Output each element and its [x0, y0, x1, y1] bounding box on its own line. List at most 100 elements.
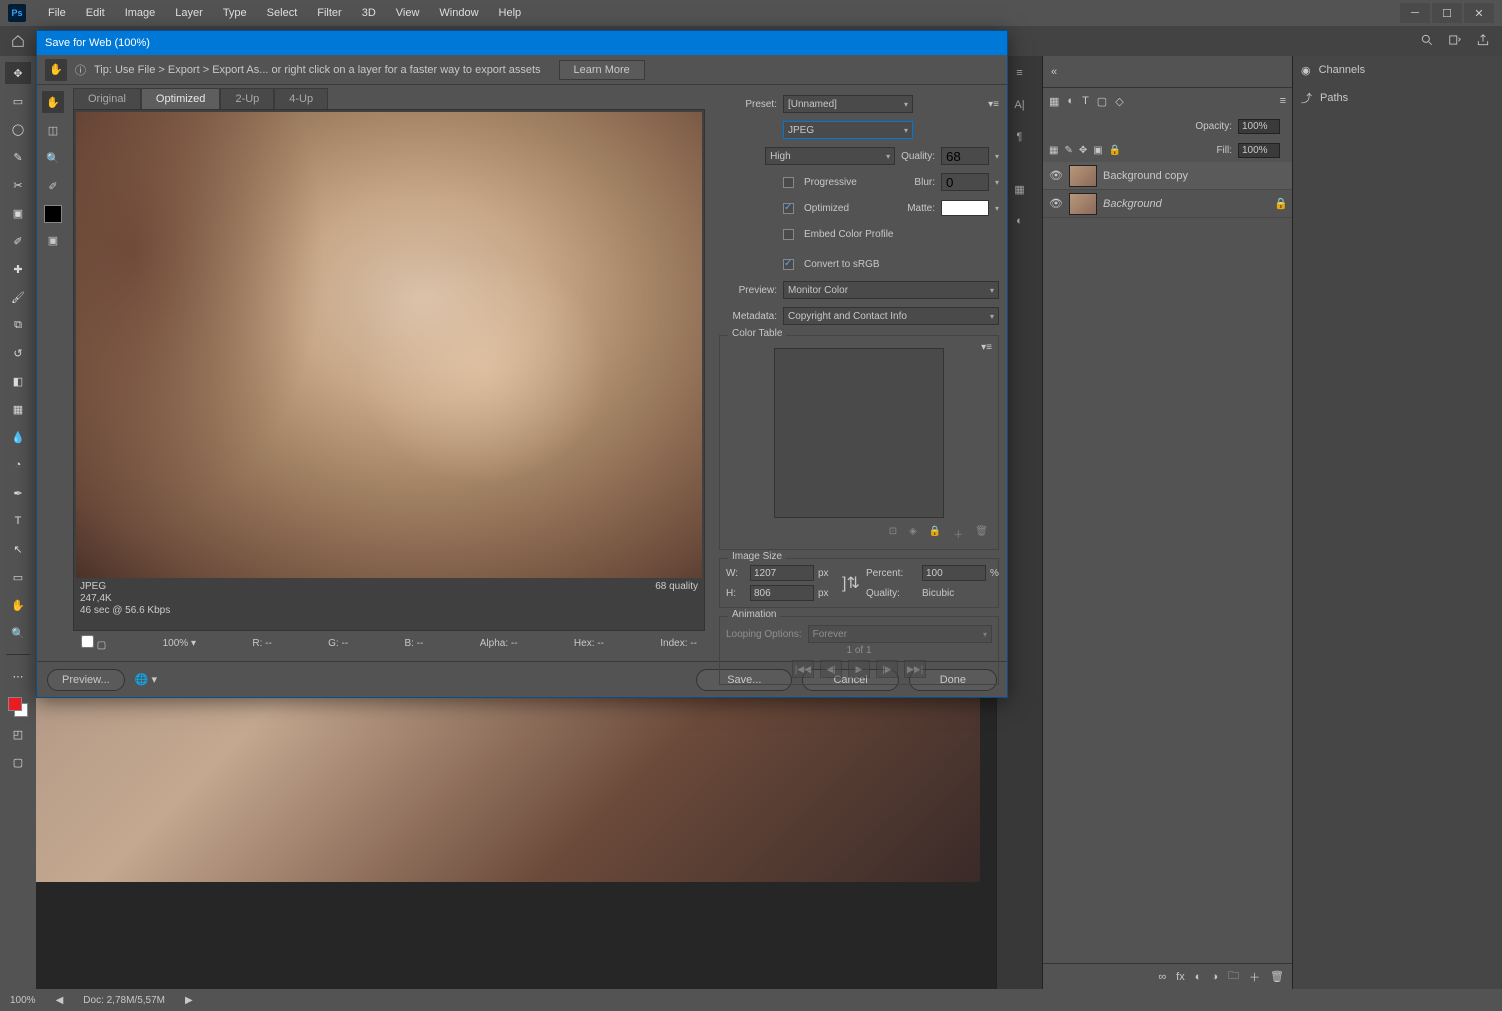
zoom-tool-icon[interactable]: 🔍: [42, 147, 64, 169]
blur-input[interactable]: [941, 173, 989, 191]
color-swatch[interactable]: [8, 697, 28, 717]
resample-select[interactable]: Bicubic: [922, 588, 1006, 599]
trash-icon[interactable]: 🗑: [1270, 970, 1284, 983]
zoom-readout[interactable]: 100%: [10, 995, 36, 1006]
layer-name[interactable]: Background copy: [1103, 170, 1286, 182]
stamp-tool[interactable]: ⧉: [5, 314, 31, 336]
chevron-down-icon[interactable]: [995, 203, 999, 214]
screenmode-icon[interactable]: ▢: [5, 751, 31, 773]
color-table-menu-icon[interactable]: ▾≡: [981, 342, 992, 353]
visibility-icon[interactable]: 👁: [1049, 197, 1063, 210]
crop-tool[interactable]: ✂: [5, 174, 31, 196]
layer-row[interactable]: 👁 Background copy: [1043, 162, 1292, 190]
opacity-value[interactable]: 100%: [1238, 119, 1280, 134]
panel-menu-icon[interactable]: ≡: [1280, 95, 1286, 107]
menu-edit[interactable]: Edit: [76, 3, 115, 23]
ct-new-icon[interactable]: ＋: [953, 526, 963, 541]
learn-more-button[interactable]: Learn More: [559, 60, 645, 80]
filter-type-icon[interactable]: T: [1082, 95, 1089, 107]
lock-all-icon[interactable]: 🔒: [1109, 145, 1121, 156]
workspace-switcher-icon[interactable]: [1448, 33, 1462, 50]
menu-window[interactable]: Window: [429, 3, 488, 23]
toggle-slices-icon[interactable]: ▣: [42, 229, 64, 251]
search-icon[interactable]: [1420, 33, 1434, 50]
preview-select[interactable]: Monitor Color: [783, 281, 999, 299]
matte-color-swatch[interactable]: [941, 200, 989, 216]
edit-toolbar-icon[interactable]: ⋯: [5, 665, 31, 687]
expand-arrow-icon[interactable]: «: [1051, 66, 1057, 78]
window-minimize-button[interactable]: ─: [1400, 3, 1430, 23]
menu-file[interactable]: File: [38, 3, 76, 23]
tab-4up[interactable]: 4-Up: [274, 88, 328, 109]
quality-input[interactable]: [941, 147, 989, 165]
filter-adjust-icon[interactable]: ◐: [1067, 95, 1074, 107]
eraser-tool[interactable]: ◧: [5, 370, 31, 392]
menu-3d[interactable]: 3D: [352, 3, 386, 23]
character-panel-icon[interactable]: A|: [1009, 94, 1031, 116]
frame-tool[interactable]: ▣: [5, 202, 31, 224]
pen-tool[interactable]: ✒: [5, 482, 31, 504]
dialog-titlebar[interactable]: Save for Web (100%): [37, 31, 1007, 55]
new-layer-icon[interactable]: ＋: [1249, 969, 1260, 985]
dock-expand-icon[interactable]: ≡: [1009, 62, 1031, 84]
lasso-tool[interactable]: ◯: [5, 118, 31, 140]
quickmask-icon[interactable]: ◰: [5, 723, 31, 745]
height-input[interactable]: [750, 585, 814, 601]
color-swatch-icon[interactable]: [44, 205, 62, 223]
metadata-select[interactable]: Copyright and Contact Info: [783, 307, 999, 325]
tab-original[interactable]: Original: [73, 88, 141, 109]
paths-tab[interactable]: Paths: [1320, 92, 1348, 104]
menu-type[interactable]: Type: [213, 3, 257, 23]
ct-lock-icon[interactable]: 🔒: [929, 526, 941, 541]
progressive-checkbox[interactable]: [783, 177, 794, 188]
ct-snap-icon[interactable]: ⊡: [889, 526, 897, 541]
dodge-tool[interactable]: ◔: [5, 454, 31, 476]
menu-help[interactable]: Help: [489, 3, 532, 23]
menu-view[interactable]: View: [386, 3, 430, 23]
tab-2up[interactable]: 2-Up: [220, 88, 274, 109]
channels-tab[interactable]: Channels: [1319, 64, 1365, 76]
window-close-button[interactable]: ✕: [1464, 3, 1494, 23]
link-layers-icon[interactable]: ∞: [1158, 971, 1166, 983]
menu-filter[interactable]: Filter: [307, 3, 351, 23]
home-icon[interactable]: [6, 29, 30, 53]
visibility-icon[interactable]: 👁: [1049, 169, 1063, 182]
hand-tool-icon[interactable]: ✋: [45, 59, 67, 81]
move-tool[interactable]: ✥: [5, 62, 31, 84]
filter-pixel-icon[interactable]: ▦: [1049, 95, 1059, 108]
history-brush-tool[interactable]: ↺: [5, 342, 31, 364]
brush-tool[interactable]: 🖌: [5, 286, 31, 308]
lock-brush-icon[interactable]: ✎: [1064, 145, 1072, 156]
zoom-select[interactable]: 100%: [163, 638, 189, 649]
adjustment-layer-icon[interactable]: ◑: [1211, 971, 1218, 983]
eyedropper-tool[interactable]: ✐: [5, 230, 31, 252]
preview-button[interactable]: Preview...: [47, 669, 125, 691]
fx-icon[interactable]: fx: [1176, 971, 1185, 983]
hand-tool[interactable]: ✋: [5, 594, 31, 616]
fill-value[interactable]: 100%: [1238, 143, 1280, 158]
zoom-tool[interactable]: 🔍: [5, 622, 31, 644]
layer-row[interactable]: 👁 Background 🔒: [1043, 190, 1292, 218]
marquee-tool[interactable]: ▭: [5, 90, 31, 112]
slice-select-icon[interactable]: ◫: [42, 119, 64, 141]
blur-tool[interactable]: 💧: [5, 426, 31, 448]
mask-icon[interactable]: ◐: [1195, 971, 1202, 983]
window-maximize-button[interactable]: ☐: [1432, 3, 1462, 23]
slice-toggle-checkbox[interactable]: [81, 635, 94, 648]
color-wheel-icon[interactable]: ◉: [1301, 64, 1311, 77]
ct-trash-icon[interactable]: 🗑: [975, 526, 988, 541]
healing-tool[interactable]: ✚: [5, 258, 31, 280]
lock-trans-icon[interactable]: ▦: [1049, 145, 1058, 156]
filter-smart-icon[interactable]: ◇: [1115, 95, 1123, 108]
optimized-checkbox[interactable]: [783, 203, 794, 214]
embed-profile-checkbox[interactable]: [783, 229, 794, 240]
paths-icon[interactable]: ⤴: [1301, 90, 1312, 106]
chevron-down-icon[interactable]: [995, 177, 999, 188]
ct-cube-icon[interactable]: ◈: [909, 526, 917, 541]
convert-srgb-checkbox[interactable]: [783, 259, 794, 270]
preview-viewport[interactable]: JPEG 247,4K 46 sec @ 56.6 Kbps 68 qualit…: [73, 109, 705, 631]
scroll-left-icon[interactable]: ◀: [56, 995, 64, 1006]
path-select-tool[interactable]: ↖: [5, 538, 31, 560]
grid-panel-icon[interactable]: ▦: [1009, 178, 1031, 200]
chevron-down-icon[interactable]: [995, 151, 999, 162]
